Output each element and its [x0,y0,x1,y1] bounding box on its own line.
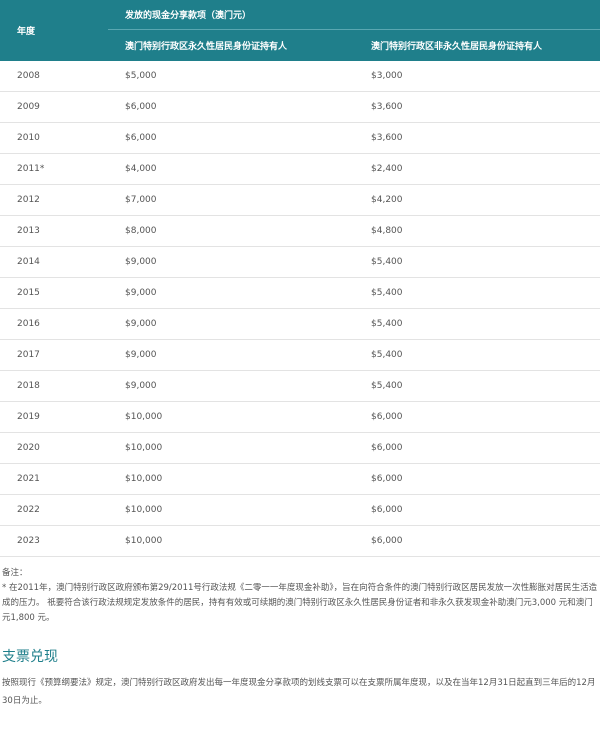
nonpermanent-amount-cell: $5,400 [354,370,600,402]
section-text: 按照现行《预算纲要法》规定，澳门特别行政区政府发出每一年度现金分享款项的划线支票… [2,678,596,706]
permanent-amount-cell: $10,000 [108,525,354,557]
cash-sharing-table: 年度 发放的现金分享款项（澳门元） 澳门特别行政区永久性居民身份证持有人 澳门特… [0,0,600,557]
year-cell: 2019 [0,401,108,433]
permanent-amount-cell: $10,000 [108,494,354,526]
year-cell: 2008 [0,61,108,92]
table-row: 2013 $8,000 $4,800 [0,215,600,247]
permanent-amount-cell: $4,000 [108,153,354,185]
table-row: 2018 $9,000 $5,400 [0,370,600,402]
year-cell: 2014 [0,246,108,278]
nonpermanent-amount-cell: $6,000 [354,401,600,433]
permanent-amount-cell: $9,000 [108,370,354,402]
year-cell: 2017 [0,339,108,371]
nonpermanent-amount-cell: $4,800 [354,215,600,247]
permanent-amount-cell: $8,000 [108,215,354,247]
permanent-amount-cell: $6,000 [108,91,354,123]
table-body: 2008 $5,000 $3,000 2009 $6,000 $3,600 2010 $6,0… [0,61,600,557]
table-row: 2023 $10,000 $6,000 [0,525,600,557]
table-row: 2014 $9,000 $5,400 [0,246,600,278]
permanent-resident-column-header: 澳门特别行政区永久性居民身份证持有人 [108,29,354,61]
nonpermanent-amount-cell: $6,000 [354,463,600,495]
permanent-amount-cell: $10,000 [108,401,354,433]
year-cell: 2022 [0,494,108,526]
table-row: 2019 $10,000 $6,000 [0,401,600,433]
year-cell: 2023 [0,525,108,557]
table-row: 2010 $6,000 $3,600 [0,122,600,154]
nonpermanent-amount-cell: $4,200 [354,184,600,216]
year-cell: 2016 [0,308,108,340]
year-cell: 2013 [0,215,108,247]
nonpermanent-amount-cell: $6,000 [354,525,600,557]
permanent-amount-cell: $10,000 [108,432,354,464]
table-row: 2012 $7,000 $4,200 [0,184,600,216]
table-row: 2008 $5,000 $3,000 [0,61,600,92]
year-cell: 2009 [0,91,108,123]
permanent-amount-cell: $6,000 [108,122,354,154]
nonpermanent-amount-cell: $5,400 [354,308,600,340]
permanent-amount-cell: $9,000 [108,277,354,309]
table-row: 2016 $9,000 $5,400 [0,308,600,340]
section-title: 支票兑现 [2,649,58,665]
notes-title: 备注： [2,568,28,578]
nonpermanent-amount-cell: $5,400 [354,246,600,278]
nonpermanent-resident-column-header: 澳门特别行政区非永久性居民身份证持有人 [354,29,600,61]
year-cell: 2020 [0,432,108,464]
table-row: 2021 $10,000 $6,000 [0,463,600,495]
nonpermanent-amount-cell: $5,400 [354,277,600,309]
year-column-header: 年度 [0,0,108,61]
nonpermanent-amount-cell: $5,400 [354,339,600,371]
cash-sharing-table-container: 年度 发放的现金分享款项（澳门元） 澳门特别行政区永久性居民身份证持有人 澳门特… [0,0,600,557]
table-row: 2009 $6,000 $3,600 [0,91,600,123]
nonpermanent-amount-cell: $2,400 [354,153,600,185]
table-row: 2017 $9,000 $5,400 [0,339,600,371]
permanent-amount-cell: $9,000 [108,246,354,278]
notes-text: * 在2011年，澳门特别行政区政府颁布第29/2011号行政法规《二零一一年度… [2,583,598,623]
year-cell: 2015 [0,277,108,309]
year-cell: 2018 [0,370,108,402]
permanent-amount-cell: $10,000 [108,463,354,495]
nonpermanent-amount-cell: $6,000 [354,432,600,464]
table-header: 年度 发放的现金分享款项（澳门元） 澳门特别行政区永久性居民身份证持有人 澳门特… [0,0,600,61]
permanent-amount-cell: $9,000 [108,308,354,340]
permanent-amount-cell: $7,000 [108,184,354,216]
permanent-amount-cell: $5,000 [108,61,354,92]
year-cell: 2012 [0,184,108,216]
year-cell: 2021 [0,463,108,495]
nonpermanent-amount-cell: $3,000 [354,61,600,92]
nonpermanent-amount-cell: $3,600 [354,91,600,123]
table-row: 2022 $10,000 $6,000 [0,494,600,526]
table-row: 2011* $4,000 $2,400 [0,153,600,185]
table-row: 2015 $9,000 $5,400 [0,277,600,309]
nonpermanent-amount-cell: $3,600 [354,122,600,154]
permanent-amount-cell: $9,000 [108,339,354,371]
cash-amount-header: 发放的现金分享款项（澳门元） [108,0,600,30]
table-row: 2020 $10,000 $6,000 [0,432,600,464]
year-cell: 2011* [0,153,108,185]
year-cell: 2010 [0,122,108,154]
nonpermanent-amount-cell: $6,000 [354,494,600,526]
